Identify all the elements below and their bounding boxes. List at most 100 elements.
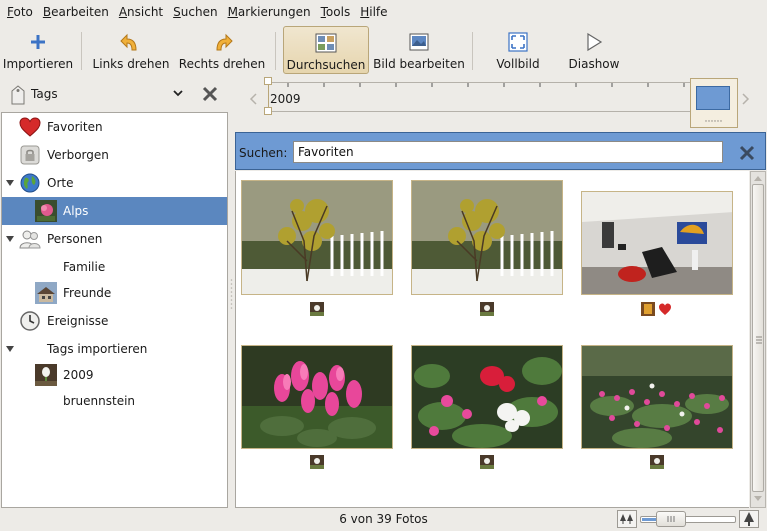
snowdrop-thumb-icon (35, 364, 57, 386)
tree-item-orte[interactable]: Orte (2, 169, 227, 197)
photo-grid (235, 171, 749, 508)
pink-cyclamen-photo (242, 346, 392, 448)
tags-dropdown-label[interactable]: Tags (31, 87, 58, 101)
scroll-up-icon[interactable] (753, 175, 763, 182)
menu-foto[interactable]: Foto (2, 0, 38, 24)
toolbar-separator (275, 32, 276, 70)
tree-item-label: Alps (63, 204, 89, 218)
edit-image-icon (408, 31, 430, 53)
tree-item-verborgen[interactable]: Verborgen (2, 141, 227, 169)
tree-item-freunde[interactable]: Freunde (2, 279, 227, 307)
timeline-left-handle-bottom[interactable] (264, 107, 272, 115)
browse-button[interactable]: Durchsuchen (283, 26, 369, 74)
rotate-left-label: Links drehen (92, 57, 170, 71)
tree-item-personen[interactable]: Personen (2, 225, 227, 253)
tree-item-label: Tags importieren (47, 342, 148, 356)
heart-icon (659, 303, 671, 315)
tree-item-alps[interactable]: Alps (2, 197, 227, 225)
tree-item-tags-importieren[interactable]: Tags importieren (2, 335, 227, 363)
zoom-slider[interactable] (640, 511, 736, 527)
photo-thumbnail[interactable] (241, 345, 393, 449)
search-input[interactable] (293, 141, 723, 163)
chevron-down-icon[interactable] (172, 87, 184, 102)
tree-item-label: Orte (47, 176, 74, 190)
globe-icon (19, 172, 41, 194)
menu-markierungen[interactable]: Markierungen (223, 0, 316, 24)
menu-foto-rest: oto (13, 5, 33, 19)
tree-item-label: bruennstein (63, 394, 136, 408)
photo-thumbnail[interactable] (411, 345, 563, 449)
menu-tools[interactable]: Tools (316, 0, 356, 24)
tree-item-2009[interactable]: 2009 (2, 361, 227, 389)
rotate-left-button[interactable]: Links drehen (90, 26, 172, 74)
menubar: Foto Bearbeiten Ansicht Suchen Markierun… (0, 0, 767, 24)
zoom-slider-thumb[interactable] (656, 511, 686, 527)
flower-tag-icon (480, 455, 494, 469)
menu-bearbeiten-rest: earbeiten (51, 5, 109, 19)
menu-hilfe[interactable]: Hilfe (355, 0, 392, 24)
zoom-in-button[interactable] (739, 510, 759, 528)
menu-suchen-rest: uchen (180, 5, 218, 19)
tree-item-favoriten[interactable]: Favoriten (2, 113, 227, 141)
slideshow-label: Diashow (568, 57, 620, 71)
tag-label-icon (9, 84, 27, 109)
tree-item-ereignisse[interactable]: Ereignisse (2, 307, 227, 335)
timeline[interactable]: 2009 (244, 77, 767, 130)
tree-item-label: Favoriten (47, 120, 103, 134)
grid-scrollbar[interactable] (750, 171, 766, 508)
timeline-prev-icon[interactable] (249, 93, 259, 105)
tag-tree: Favoriten Verborgen Orte Alps Personen F… (1, 112, 228, 508)
tree-item-familie[interactable]: Familie (2, 253, 227, 281)
tree-item-label: 2009 (63, 368, 94, 382)
gallery-tag-icon (641, 302, 655, 316)
menu-tools-rest: ools (325, 5, 351, 19)
expander-open-icon[interactable] (5, 234, 15, 244)
timeline-histogram-bar (696, 86, 730, 110)
people-icon (19, 228, 41, 250)
edit-image-label: Bild bearbeiten (373, 57, 465, 71)
menu-markierungen-rest: arkierungen (237, 5, 311, 19)
tree-large-icon (744, 512, 754, 526)
fullscreen-icon (507, 31, 529, 53)
snow-bush-photo-1 (242, 181, 392, 294)
scrollbar-thumb[interactable] (752, 184, 764, 492)
pane-resize-handle[interactable] (229, 112, 234, 508)
flower-tag-icon (310, 455, 324, 469)
photo-thumbnail[interactable] (581, 191, 733, 295)
plus-icon (27, 31, 49, 53)
photo-thumbnail[interactable] (241, 180, 393, 295)
slideshow-button[interactable]: Diashow (562, 26, 626, 74)
zoom-slider-track (640, 516, 736, 523)
scroll-down-icon[interactable] (753, 495, 763, 502)
tree-item-label: Verborgen (47, 148, 109, 162)
import-button[interactable]: Importieren (3, 26, 73, 74)
tree-item-label: Freunde (63, 286, 112, 300)
timeline-left-line (268, 84, 269, 108)
rotate-right-button[interactable]: Rechts drehen (177, 26, 267, 74)
toolbar-separator (472, 32, 473, 70)
menu-ansicht[interactable]: Ansicht (114, 0, 168, 24)
play-icon (583, 31, 605, 53)
browse-grid-icon (315, 32, 337, 54)
timeline-next-icon[interactable] (740, 93, 750, 105)
tree-item-label: Familie (63, 260, 106, 274)
close-pane-icon[interactable] (201, 85, 219, 106)
photo-thumbnail[interactable] (581, 345, 733, 449)
search-close-icon[interactable] (738, 144, 756, 165)
flower-tag-icon (650, 455, 664, 469)
expander-open-icon[interactable] (5, 178, 15, 188)
gallery-interior-photo (582, 192, 732, 294)
fullscreen-button[interactable]: Vollbild (487, 26, 549, 74)
flower-thumb-icon (35, 200, 57, 222)
tree-item-label: Personen (47, 232, 103, 246)
tree-item-bruennstein[interactable]: bruennstein (2, 387, 227, 415)
menu-hilfe-rest: ilfe (369, 5, 388, 19)
expander-open-icon[interactable] (5, 344, 15, 354)
zoom-out-button[interactable] (617, 510, 637, 528)
edit-image-button[interactable]: Bild bearbeiten (373, 26, 465, 74)
photo-thumbnail[interactable] (411, 180, 563, 295)
menu-suchen[interactable]: Suchen (168, 0, 222, 24)
menu-bearbeiten[interactable]: Bearbeiten (38, 0, 114, 24)
rotate-right-icon (211, 31, 233, 53)
house-thumb-icon (35, 282, 57, 304)
